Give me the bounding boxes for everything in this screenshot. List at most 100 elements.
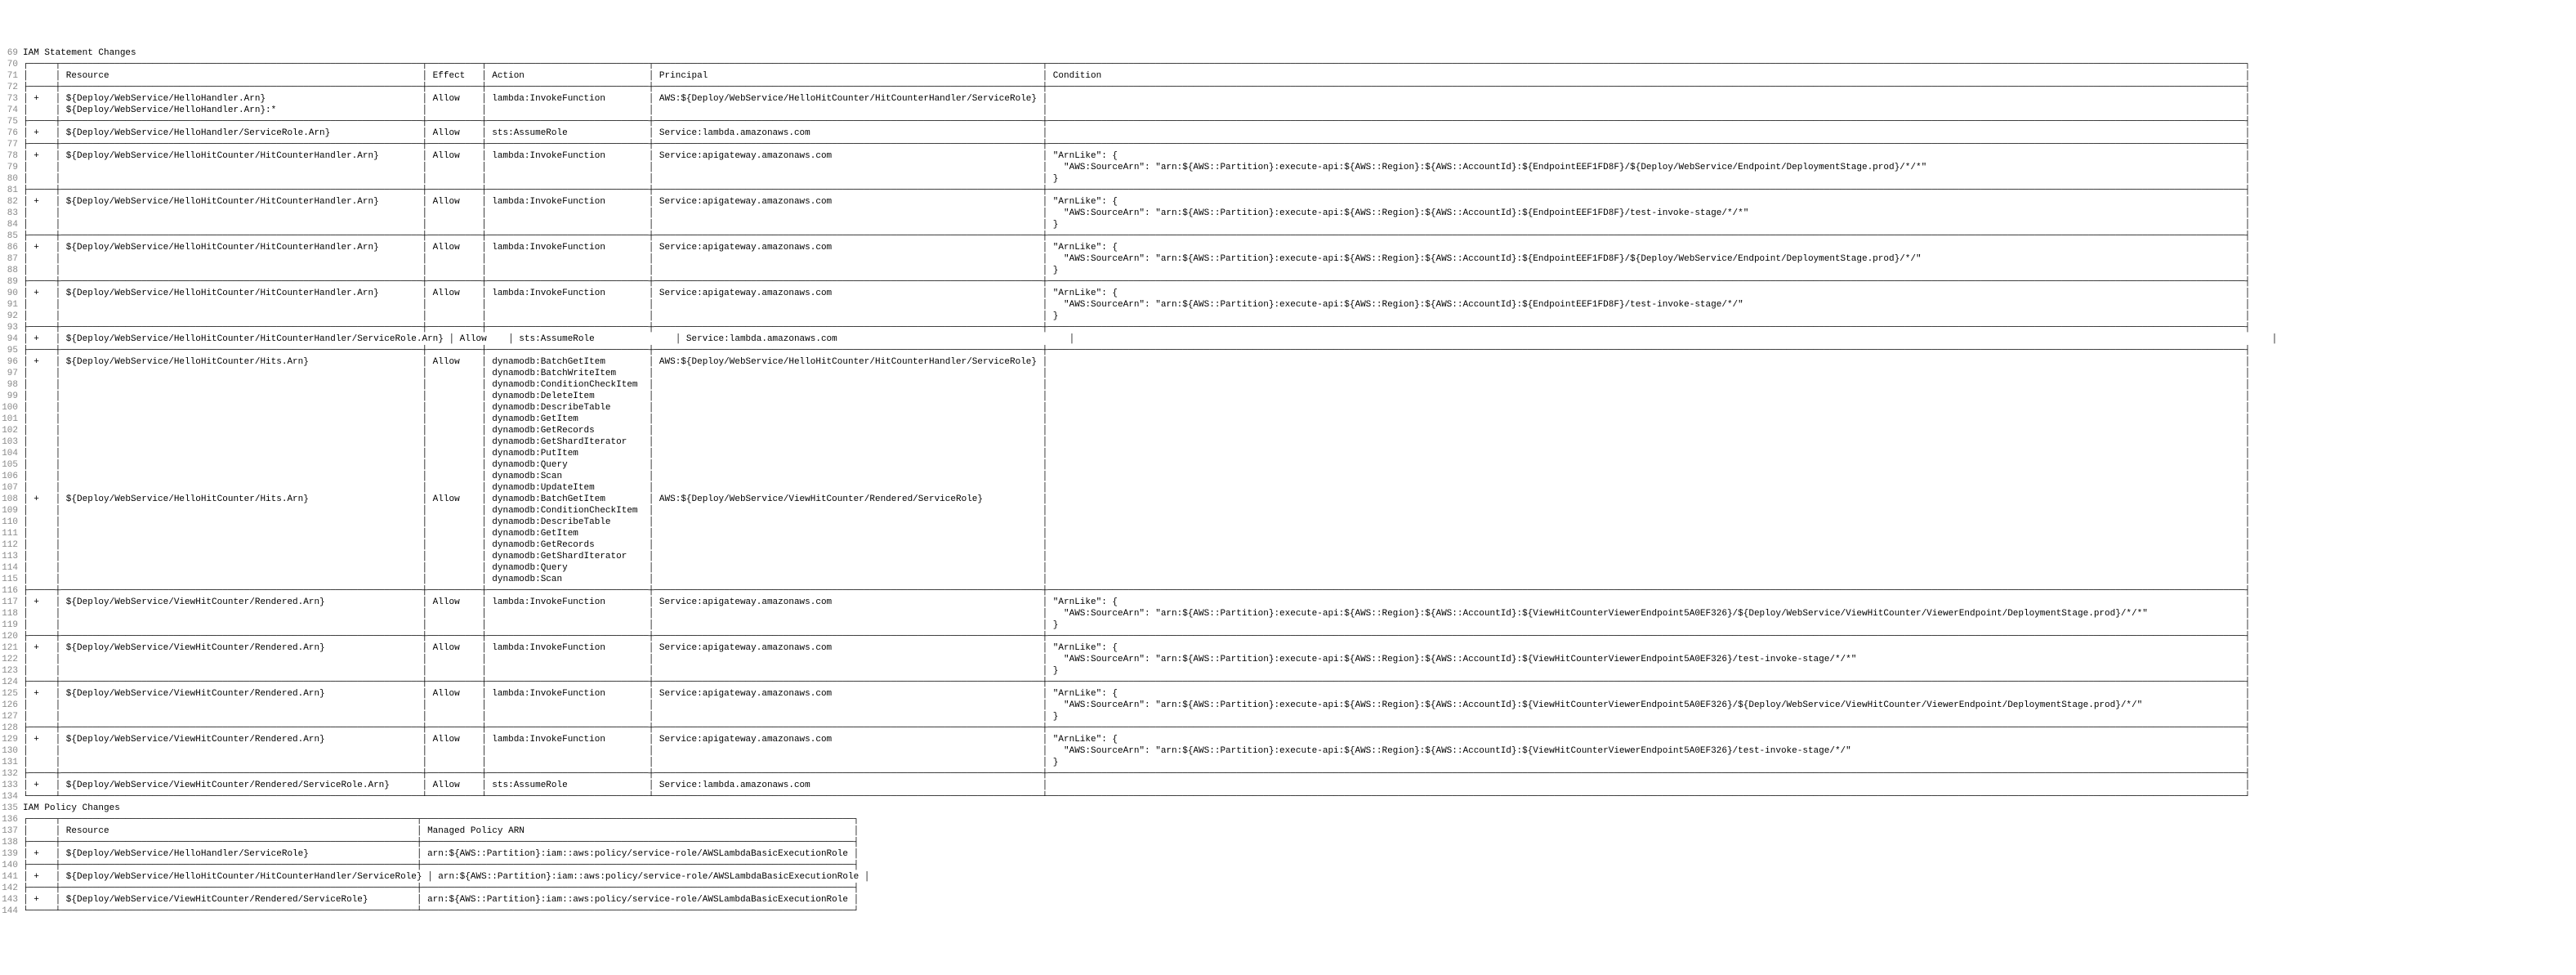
code-text[interactable]: │ │ │ │ dynamodb:Query │ │ xyxy=(23,460,2250,470)
code-text[interactable]: │ │ │ │ dynamodb:GetShardIterator │ │ xyxy=(23,552,2250,561)
code-text[interactable]: │ + │ ${Deploy/WebService/HelloHitCounte… xyxy=(23,197,2250,207)
line-number: 91 xyxy=(0,299,23,311)
code-text[interactable]: │ + │ ${Deploy/WebService/ViewHitCounter… xyxy=(23,735,2250,745)
code-text[interactable]: │ │ │ │ │ │ } xyxy=(23,266,2250,275)
code-line: 105│ │ │ │ dynamodb:Query │ │ xyxy=(0,459,2576,471)
code-text[interactable]: ├─────┼─────────────────────────────────… xyxy=(23,632,2250,642)
code-text[interactable]: ├─────┼─────────────────────────────────… xyxy=(23,346,2250,356)
line-number: 126 xyxy=(0,700,23,711)
code-text[interactable]: │ │ │ │ dynamodb:GetItem │ │ xyxy=(23,414,2250,424)
code-line: 88│ │ │ │ │ │ } xyxy=(0,265,2576,276)
code-text[interactable]: ├─────┼─────────────────────────────────… xyxy=(23,678,2250,687)
code-text[interactable]: IAM Policy Changes xyxy=(23,803,120,813)
code-text[interactable]: │ │ │ │ dynamodb:GetRecords │ │ xyxy=(23,540,2250,550)
code-text[interactable]: │ │ │ │ dynamodb:PutItem │ │ xyxy=(23,449,2250,458)
code-text[interactable]: ├─────┼─────────────────────────────────… xyxy=(23,861,859,870)
code-text[interactable]: │ │ │ │ │ │ } xyxy=(23,758,2250,767)
code-line: 73│ + │ ${Deploy/WebService/HelloHandler… xyxy=(0,93,2576,105)
line-number: 74 xyxy=(0,105,23,116)
code-text[interactable]: │ │ │ │ dynamodb:Query │ │ xyxy=(23,563,2250,573)
code-text[interactable]: │ │ Resource │ Managed Policy ARN │ xyxy=(23,826,859,836)
code-text[interactable]: │ + │ ${Deploy/WebService/HelloHitCounte… xyxy=(23,872,869,882)
code-text[interactable]: │ │ │ │ dynamodb:ConditionCheckItem │ │ xyxy=(23,506,2250,516)
code-text[interactable]: │ │ ${Deploy/WebService/HelloHandler.Arn… xyxy=(23,105,2250,115)
code-text[interactable]: ├─────┼─────────────────────────────────… xyxy=(23,277,2250,287)
code-text[interactable]: │ │ │ │ dynamodb:BatchWriteItem │ │ xyxy=(23,369,2250,378)
code-text[interactable]: │ │ │ │ dynamodb:GetShardIterator │ │ xyxy=(23,437,2250,447)
code-line: 138├─────┼──────────────────────────────… xyxy=(0,837,2576,848)
code-text[interactable]: ├─────┼─────────────────────────────────… xyxy=(23,838,859,848)
code-text[interactable]: │ + │ ${Deploy/WebService/HelloHitCounte… xyxy=(23,357,2250,367)
line-number: 98 xyxy=(0,379,23,391)
code-text[interactable]: ┌─────┬─────────────────────────────────… xyxy=(23,815,859,825)
code-text[interactable]: │ │ │ │ │ │ } xyxy=(23,311,2250,321)
code-text[interactable]: │ + │ ${Deploy/WebService/HelloHitCounte… xyxy=(23,243,2250,253)
code-text[interactable]: ├─────┼─────────────────────────────────… xyxy=(23,883,859,893)
line-number: 111 xyxy=(0,528,23,539)
code-text[interactable]: ├─────┼─────────────────────────────────… xyxy=(23,323,2250,333)
code-text[interactable]: │ + │ ${Deploy/WebService/ViewHitCounter… xyxy=(23,689,2250,699)
code-text[interactable]: │ │ │ │ │ │ } xyxy=(23,712,2250,722)
code-text[interactable]: │ │ │ │ │ │ "AWS:So xyxy=(23,655,2250,664)
code-text[interactable]: │ │ │ │ dynamodb:GetItem │ │ xyxy=(23,529,2250,539)
code-text[interactable]: ├─────┼─────────────────────────────────… xyxy=(23,231,2250,241)
code-text[interactable]: │ │ │ │ │ │ } xyxy=(23,220,2250,230)
code-text[interactable]: │ │ │ │ │ │ } xyxy=(23,174,2250,184)
code-text[interactable]: │ │ │ │ dynamodb:GetRecords │ │ xyxy=(23,426,2250,436)
code-text[interactable]: ├─────┼─────────────────────────────────… xyxy=(23,140,2250,150)
code-text[interactable]: │ │ │ │ dynamodb:Scan │ │ xyxy=(23,575,2250,584)
code-text[interactable]: IAM Statement Changes xyxy=(23,48,136,58)
code-line: 87│ │ │ │ │ │ "AWS: xyxy=(0,253,2576,265)
code-text[interactable]: ├─────┼─────────────────────────────────… xyxy=(23,723,2250,733)
code-text[interactable]: ├─────┼─────────────────────────────────… xyxy=(23,83,2250,92)
code-text[interactable]: ┌─────┬─────────────────────────────────… xyxy=(23,60,2250,69)
code-text[interactable]: │ │ │ │ │ │ "AWS:So xyxy=(23,163,2250,172)
code-text[interactable]: ├─────┼─────────────────────────────────… xyxy=(23,186,2250,195)
code-text[interactable]: │ │ │ │ │ │ "AWS:So xyxy=(23,208,2250,218)
code-text[interactable]: └─────┴─────────────────────────────────… xyxy=(23,792,2250,802)
code-text[interactable]: ├─────┼─────────────────────────────────… xyxy=(23,769,2250,779)
code-line: 85├─────┼───────────────────────────────… xyxy=(0,230,2576,242)
code-line: 125│ + │ ${Deploy/WebService/ViewHitCoun… xyxy=(0,688,2576,700)
code-text[interactable]: │ │ │ │ │ │ "AWS:So xyxy=(23,300,2250,310)
line-number: 85 xyxy=(0,230,23,242)
code-text[interactable]: │ + │ ${Deploy/WebService/ViewHitCounter… xyxy=(23,895,859,905)
code-text[interactable]: │ + │ ${Deploy/WebService/HelloHitCounte… xyxy=(23,334,2277,344)
line-number: 89 xyxy=(0,276,23,288)
code-text[interactable]: │ │ │ │ dynamodb:UpdateItem │ │ xyxy=(23,483,2250,493)
code-text[interactable]: │ │ │ │ dynamodb:DeleteItem │ │ xyxy=(23,391,2250,401)
code-text[interactable]: ├─────┼─────────────────────────────────… xyxy=(23,117,2250,127)
code-text[interactable]: │ │ │ │ dynamodb:Scan │ │ xyxy=(23,472,2250,481)
code-text[interactable]: │ + │ ${Deploy/WebService/ViewHitCounter… xyxy=(23,643,2250,653)
line-number: 117 xyxy=(0,597,23,608)
line-number: 101 xyxy=(0,414,23,425)
code-text[interactable]: │ + │ ${Deploy/WebService/ViewHitCounter… xyxy=(23,597,2250,607)
line-number: 133 xyxy=(0,780,23,791)
code-text[interactable]: │ │ │ │ │ │ "AWS:So xyxy=(23,254,2250,264)
code-line: 122│ │ │ │ │ │ "AWS xyxy=(0,654,2576,665)
code-line: 99│ │ │ │ dynamodb:DeleteItem │ │ xyxy=(0,391,2576,402)
line-number: 107 xyxy=(0,482,23,494)
code-text[interactable]: │ │ │ │ dynamodb:DescribeTable │ │ xyxy=(23,403,2250,413)
code-text[interactable]: │ + │ ${Deploy/WebService/HelloHitCounte… xyxy=(23,288,2250,298)
code-line: 141│ + │ ${Deploy/WebService/HelloHitCou… xyxy=(0,871,2576,883)
code-text[interactable]: ├─────┼─────────────────────────────────… xyxy=(23,586,2250,596)
code-text[interactable]: │ │ │ │ │ │ "AWS:So xyxy=(23,609,2250,619)
code-text[interactable]: │ + │ ${Deploy/WebService/HelloHitCounte… xyxy=(23,494,2250,504)
code-line: 74│ │ ${Deploy/WebService/HelloHandler.A… xyxy=(0,105,2576,116)
code-text[interactable]: │ + │ ${Deploy/WebService/HelloHandler.A… xyxy=(23,94,2250,104)
code-text[interactable]: │ + │ ${Deploy/WebService/ViewHitCounter… xyxy=(23,780,2250,790)
code-text[interactable]: │ │ │ │ │ │ } xyxy=(23,666,2250,676)
code-text[interactable]: │ │ │ │ │ │ "AWS:So xyxy=(23,746,2250,756)
code-text[interactable]: └─────┴─────────────────────────────────… xyxy=(23,906,859,916)
code-text[interactable]: │ │ │ │ │ │ "AWS:So xyxy=(23,700,2250,710)
line-number: 73 xyxy=(0,93,23,105)
code-text[interactable]: │ + │ ${Deploy/WebService/HelloHitCounte… xyxy=(23,151,2250,161)
code-text[interactable]: │ + │ ${Deploy/WebService/HelloHandler/S… xyxy=(23,849,859,859)
code-text[interactable]: │ │ │ │ dynamodb:ConditionCheckItem │ │ xyxy=(23,380,2250,390)
code-text[interactable]: │ │ │ │ │ │ } xyxy=(23,620,2250,630)
code-text[interactable]: │ │ Resource │ Effect │ Action │ Princip… xyxy=(23,71,2250,81)
code-text[interactable]: │ + │ ${Deploy/WebService/HelloHandler/S… xyxy=(23,128,2250,138)
line-number: 95 xyxy=(0,345,23,356)
code-text[interactable]: │ │ │ │ dynamodb:DescribeTable │ │ xyxy=(23,517,2250,527)
